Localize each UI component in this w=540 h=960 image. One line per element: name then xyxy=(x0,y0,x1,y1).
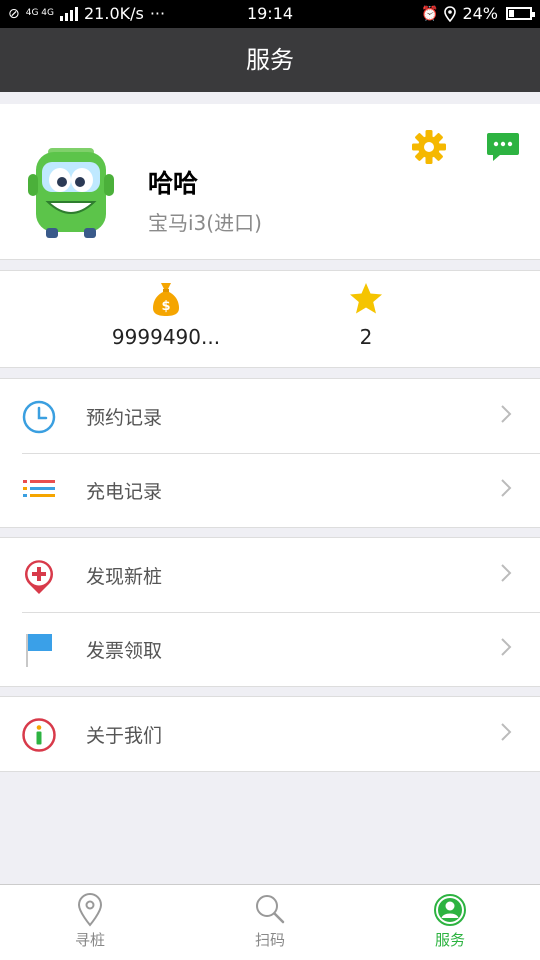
user-icon xyxy=(434,894,466,926)
clock-icon xyxy=(22,400,56,434)
avatar xyxy=(28,148,114,238)
gear-icon[interactable] xyxy=(410,128,448,166)
menu-label: 发现新桩 xyxy=(86,566,163,588)
location-status-icon xyxy=(444,5,457,22)
chevron-right-icon xyxy=(501,479,512,497)
chevron-right-icon xyxy=(501,638,512,656)
chevron-right-icon xyxy=(501,723,512,741)
tab-scan[interactable]: 扫码 xyxy=(180,893,360,950)
menu-item-invoice[interactable]: 发票领取 xyxy=(0,612,540,686)
message-icon[interactable] xyxy=(486,130,520,164)
car-model: 宝马i3(进口) xyxy=(148,211,262,235)
menu-group-discover: 发现新桩 发票领取 xyxy=(0,537,540,687)
menu-item-charging-records[interactable]: 充电记录 xyxy=(0,453,540,527)
menu-label: 关于我们 xyxy=(86,725,163,747)
page-title: 服务 xyxy=(246,46,294,74)
status-bar: ⊘ 4G 4G 21.0K/s ··· 19:14 ⏰ 24% xyxy=(0,0,540,28)
menu-group-about: 关于我们 xyxy=(0,696,540,772)
money-bag-icon: $ xyxy=(153,283,179,316)
profile-card[interactable]: 哈哈 宝马i3(进口) xyxy=(0,104,540,260)
balance-stat[interactable]: $ 9999490... xyxy=(76,281,256,349)
menu-label: 发票领取 xyxy=(86,640,163,662)
stats-bar: $ 9999490... 2 xyxy=(0,270,540,368)
tab-label: 扫码 xyxy=(254,931,285,949)
menu-item-about-us[interactable]: 关于我们 xyxy=(0,697,540,771)
star-icon xyxy=(350,283,382,314)
search-icon xyxy=(256,895,285,924)
alarm-icon: ⏰ xyxy=(421,5,439,22)
chevron-right-icon xyxy=(501,564,512,582)
battery-percent: 24% xyxy=(462,4,498,23)
chevron-right-icon xyxy=(501,405,512,423)
favorites-value: 2 xyxy=(359,325,373,349)
battery-icon xyxy=(506,7,535,20)
svg-text:$: $ xyxy=(161,299,170,314)
list-icon xyxy=(23,480,55,497)
menu-group-records: 预约记录 充电记录 xyxy=(0,378,540,528)
tab-find-station[interactable]: 寻桩 xyxy=(0,893,180,950)
username: 哈哈 xyxy=(148,169,199,198)
title-bar: 服务 xyxy=(0,28,540,92)
tab-service[interactable]: 服务 xyxy=(360,893,540,950)
balance-value: 9999490... xyxy=(111,325,221,349)
location-plus-icon xyxy=(25,560,53,594)
menu-label: 充电记录 xyxy=(86,481,163,503)
flag-icon xyxy=(26,634,52,667)
favorites-stat[interactable]: 2 xyxy=(276,281,456,349)
tab-label: 寻桩 xyxy=(74,931,105,949)
location-icon xyxy=(77,893,103,927)
menu-label: 预约记录 xyxy=(86,407,163,429)
menu-item-reservations[interactable]: 预约记录 xyxy=(0,379,540,453)
bottom-nav: 寻桩 扫码 服务 xyxy=(0,884,540,960)
info-icon xyxy=(22,718,56,752)
tab-label: 服务 xyxy=(434,931,465,949)
menu-item-new-station[interactable]: 发现新桩 xyxy=(0,538,540,612)
